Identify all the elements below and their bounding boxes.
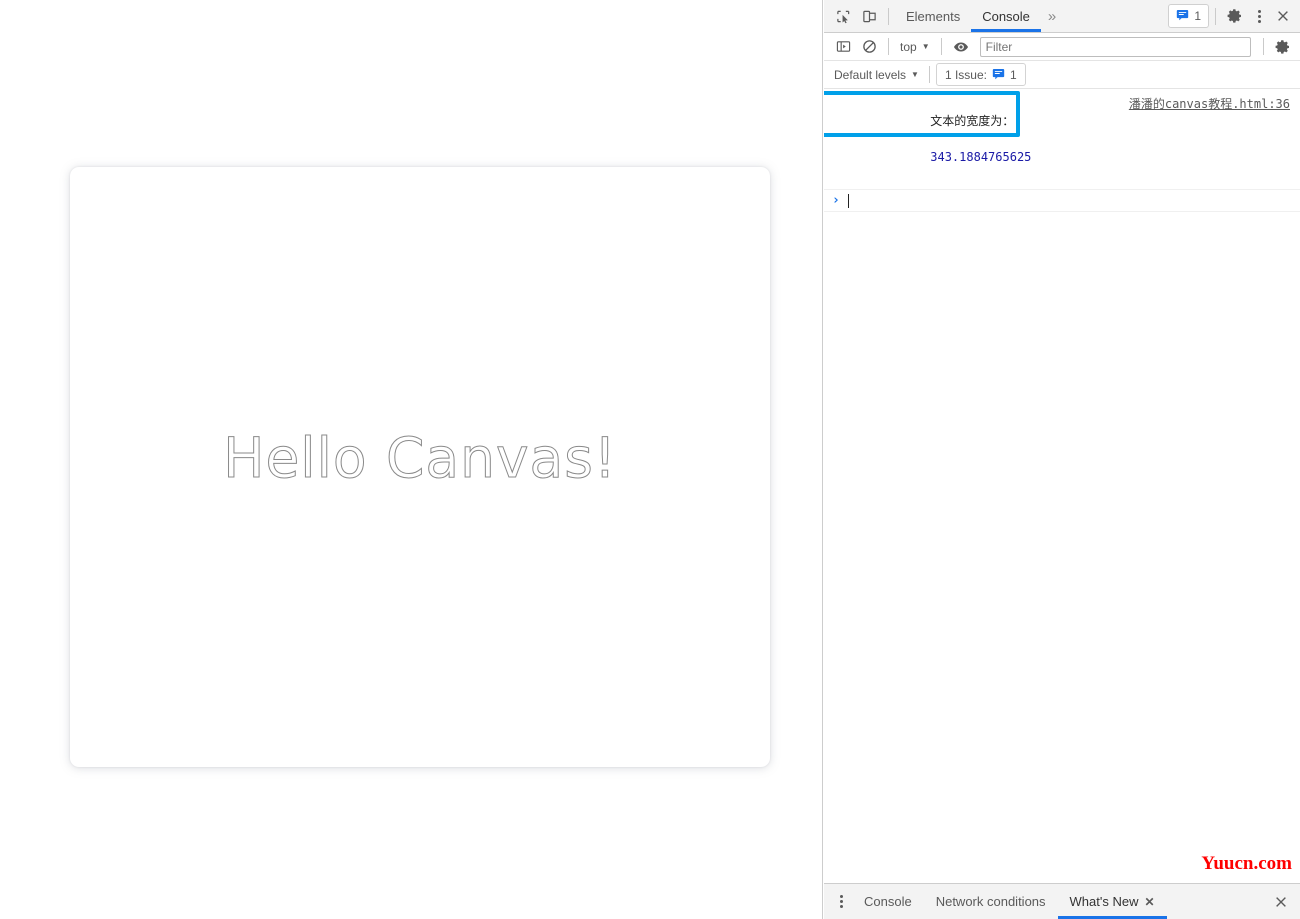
clear-console-icon[interactable] [856,34,882,60]
drawer-tab-console-label: Console [864,894,912,909]
console-toolbar-separator-2 [940,38,942,55]
toolbar-separator [888,7,889,25]
more-tabs-icon[interactable]: » [1041,8,1063,25]
gear-icon[interactable] [1222,3,1248,29]
console-levels-bar: Default levels ▼ 1 Issue: 1 [824,61,1300,89]
issues-chip-count: 1 [1010,67,1017,82]
console-message-row[interactable]: 文本的宽度为： 343.1884765625 潘潘的canvas教程.html:… [824,89,1300,190]
filter-input[interactable] [979,36,1251,57]
drawer-tab-whats-new-label: What's New [1069,894,1139,909]
console-message-source-link[interactable]: 潘潘的canvas教程.html:36 [1129,94,1290,112]
tab-console[interactable]: Console [971,0,1041,32]
drawer-kebab-icon[interactable] [830,895,852,908]
console-message-value: 343.1884765625 [930,150,1032,164]
close-icon[interactable] [1270,3,1296,29]
execution-context-selector[interactable]: top ▼ [895,36,935,58]
log-levels-selector[interactable]: Default levels ▼ [830,68,923,82]
issues-chip[interactable]: 1 Issue: 1 [935,63,1026,86]
console-settings-gear-icon[interactable] [1270,34,1296,60]
log-levels-label: Default levels [834,67,907,82]
canvas-hello-text: Hello Canvas! [223,426,617,490]
chevron-down-icon: ▼ [921,41,930,51]
message-icon [992,67,1005,83]
console-sidebar-icon[interactable] [830,34,856,60]
drawer-tab-network-conditions[interactable]: Network conditions [924,884,1058,919]
text-caret [848,193,849,208]
devtools-drawer-tabbar: Console Network conditions What's New ✕ [824,883,1300,919]
drawer-tab-whats-new[interactable]: What's New ✕ [1057,884,1167,919]
chevron-down-icon: ▼ [911,69,919,79]
prompt-chevron-icon: › [832,193,840,208]
drawer-tab-network-conditions-label: Network conditions [935,894,1046,909]
issues-badge-count: 1 [1194,9,1201,23]
page-viewport: Hello Canvas! [0,0,823,919]
console-message-text: 文本的宽度为： 343.1884765625 [830,94,1031,184]
devtools-panel: Elements Console » 1 top ▼ Filter Defaul… [824,0,1300,919]
inspect-element-icon[interactable] [830,3,856,29]
console-message-label: 文本的宽度为： [930,114,1015,128]
console-body[interactable]: 文本的宽度为： 343.1884765625 潘潘的canvas教程.html:… [824,89,1300,883]
console-toolbar: top ▼ [824,33,1300,61]
device-toolbar-icon[interactable] [856,3,882,29]
console-toolbar-separator-3 [1263,38,1264,55]
canvas-element[interactable]: Hello Canvas! [70,167,770,767]
tabbar-separator-2 [1215,7,1216,25]
screenshot-root: Hello Canvas! Elements Console » 1 top ▼… [0,0,1300,919]
tab-elements[interactable]: Elements [895,0,971,32]
execution-context-label: top [900,39,917,54]
levels-separator [928,66,930,83]
watermark: Yuucn.com [1201,853,1292,874]
issues-chip-label: 1 Issue: [944,67,987,82]
drawer-close-icon[interactable] [1268,889,1294,915]
message-icon [1176,8,1189,24]
console-prompt-row[interactable]: › [824,190,1300,212]
console-toolbar-separator-1 [888,38,889,55]
kebab-menu-icon[interactable] [1248,9,1270,23]
issues-badge[interactable]: 1 [1168,4,1209,28]
live-expression-eye-icon[interactable] [948,34,974,60]
devtools-tabbar: Elements Console » 1 [824,0,1300,33]
drawer-tab-console[interactable]: Console [852,884,924,919]
close-icon[interactable]: ✕ [1144,895,1154,909]
